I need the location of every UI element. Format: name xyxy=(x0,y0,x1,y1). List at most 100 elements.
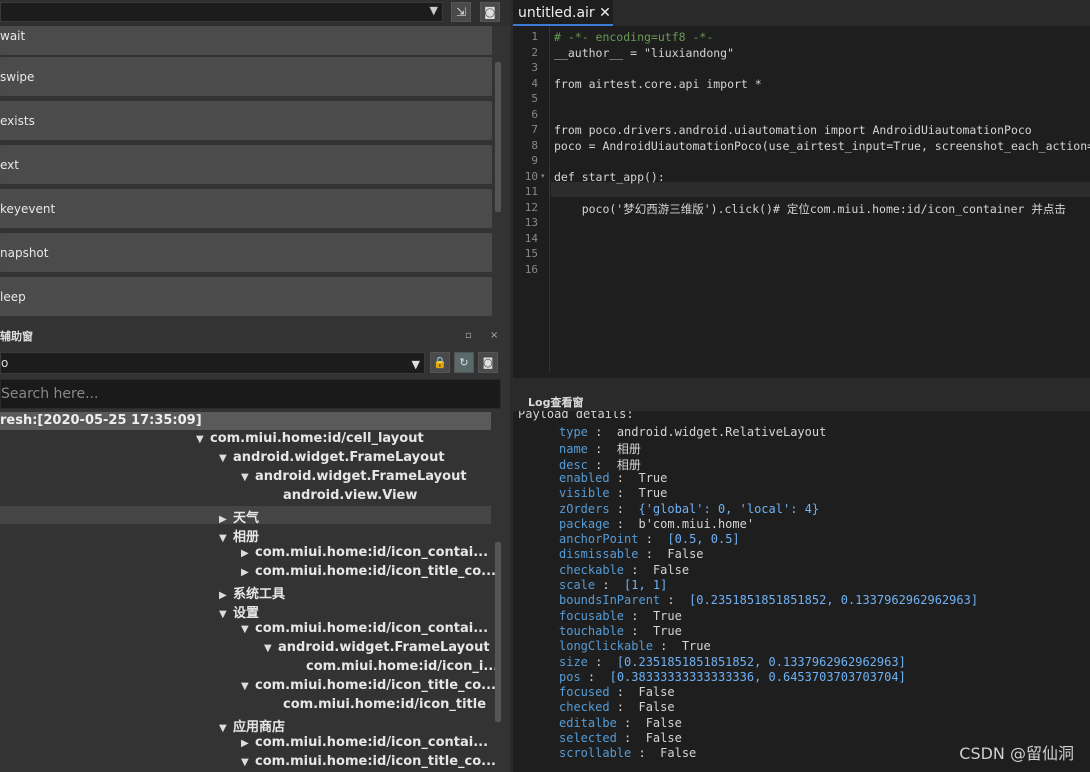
tree-node[interactable]: ▼ com.miui.home:id/icon_contai... xyxy=(241,621,488,636)
api-item-swipe[interactable]: swipe xyxy=(0,57,492,96)
tree-node[interactable]: ▶ com.miui.home:id/icon_contai... xyxy=(241,735,488,750)
close-icon[interactable]: ✕ xyxy=(599,5,611,21)
log-header: Payload details: xyxy=(518,411,634,421)
tree-node-label: 天气 xyxy=(233,511,260,526)
camera-icon[interactable]: ◙ xyxy=(478,352,498,373)
log-key: selected xyxy=(559,731,617,745)
tree-toggle-icon[interactable]: ▼ xyxy=(241,681,255,692)
log-property-row: package : b'com.miui.home' xyxy=(559,517,754,531)
current-line-highlight xyxy=(551,182,1090,197)
tree-toggle-icon[interactable]: ▼ xyxy=(219,723,233,734)
log-separator: : xyxy=(624,562,653,577)
tree-node[interactable]: ▶ com.miui.home:id/icon_title_co... xyxy=(241,564,496,579)
log-property-row: editalbe : False xyxy=(559,716,682,730)
tree-node-label: android.widget.FrameLayout xyxy=(278,640,490,655)
mode-select[interactable]: o ▼ xyxy=(0,352,425,374)
log-property-row: anchorPoint : [0.5, 0.5] xyxy=(559,532,740,546)
code-line: __author__ = "liuxiandong" xyxy=(554,45,735,60)
code-line: from airtest.core.api import * xyxy=(554,76,762,91)
tree-node[interactable]: ▼ com.miui.home:id/icon_title_co... xyxy=(241,678,496,693)
tree-node[interactable]: ▼ android.widget.FrameLayout xyxy=(219,450,445,465)
close-icon[interactable]: × xyxy=(490,330,498,341)
tree-node[interactable]: com.miui.home:id/icon_title xyxy=(269,697,486,712)
code-editor[interactable]: 1 2 3 4 5 6 7 8 9 10 11 12 13 14 15 16 ▾ # -*- encoding=… xyxy=(513,26,1090,372)
lock-icon[interactable]: 🔒 xyxy=(430,352,450,373)
tree-node-selected[interactable]: ▶ 天气 xyxy=(219,507,259,526)
tree-node[interactable]: ▼ android.widget.FrameLayout xyxy=(264,640,490,655)
right-panel: untitled.air ✕ 1 2 3 4 5 6 7 8 9 10 11 12 13 14 15 16 ▾ … xyxy=(513,0,1090,772)
log-key: longClickable xyxy=(559,639,653,654)
log-panel[interactable]: Payload details: type : android.widget.R… xyxy=(513,411,1090,772)
log-value: True xyxy=(652,623,682,638)
api-item-sleep[interactable]: leep xyxy=(0,277,492,316)
code-line: from poco.drivers.android.uiautomation i… xyxy=(554,123,1032,137)
tree-node[interactable]: ▼ 相册 xyxy=(219,526,259,545)
api-item-wait[interactable]: wait xyxy=(0,26,492,55)
tree-toggle-icon[interactable]: ▼ xyxy=(219,533,233,544)
tree-node[interactable]: android.view.View xyxy=(269,488,417,503)
tree-toggle-icon[interactable]: ▶ xyxy=(219,590,233,601)
tree-node[interactable]: ▼ 设置 xyxy=(219,602,259,621)
log-value: False xyxy=(638,685,675,700)
api-item-keyevent[interactable]: keyevent xyxy=(0,189,492,228)
api-item-label: exists xyxy=(0,114,35,128)
tree-toggle-icon[interactable]: ▶ xyxy=(241,567,255,578)
tree-node[interactable]: ▶ 系统工具 xyxy=(219,583,285,602)
log-property-row: enabled : True xyxy=(559,471,667,485)
log-property-row: dismissable : False xyxy=(559,547,704,561)
log-property-row: size : [0.2351851851851852, 0.1337962962… xyxy=(559,655,906,669)
log-key: boundsInParent xyxy=(559,593,661,608)
log-value: False xyxy=(638,700,675,715)
log-property-row: zOrders : {'global': 0, 'local': 4} xyxy=(559,502,819,516)
log-key: enabled xyxy=(559,470,610,485)
tree-toggle-icon[interactable]: ▼ xyxy=(219,609,233,620)
camera-icon[interactable]: ◙ xyxy=(480,2,500,22)
line-number: 6 xyxy=(531,107,538,121)
log-key: dismissable xyxy=(559,547,639,562)
tree-node-label: android.view.View xyxy=(283,488,418,503)
log-window-header xyxy=(513,378,1090,411)
tree-node[interactable]: ▼ com.miui.home:id/icon_title_co... xyxy=(241,754,496,769)
log-separator: : xyxy=(638,547,668,562)
tree-scrollbar[interactable] xyxy=(495,542,501,722)
log-key: scale xyxy=(559,578,596,592)
tree-toggle-icon[interactable]: ▶ xyxy=(241,738,255,749)
api-list: wait swipe exists ext keyevent napshot l… xyxy=(0,26,494,316)
log-value: [0.5, 0.5] xyxy=(667,532,740,547)
connect-icon[interactable]: ⇲ xyxy=(451,2,471,22)
tree-node[interactable]: com.miui.home:id/icon_i... xyxy=(292,659,498,674)
tree-toggle-icon[interactable]: ▶ xyxy=(219,514,233,525)
line-number: 1 xyxy=(531,30,538,43)
tree-node-label: com.miui.home:id/icon_i... xyxy=(306,659,499,674)
tab-untitled[interactable]: untitled.air ✕ xyxy=(513,0,613,26)
editor-tabbar: untitled.air ✕ xyxy=(513,0,1090,26)
tree-node[interactable]: ▼ android.widget.FrameLayout xyxy=(241,469,467,484)
api-item-snapshot[interactable]: napshot xyxy=(0,233,492,272)
tree-toggle-icon[interactable]: ▼ xyxy=(196,434,210,445)
line-number: 3 xyxy=(531,61,538,74)
tree-node[interactable]: ▶ com.miui.home:id/icon_contai... xyxy=(241,545,488,560)
api-item-exists[interactable]: exists xyxy=(0,101,492,140)
tree-node[interactable]: ▼ 应用商店 xyxy=(219,716,285,735)
tree-node-label: android.widget.FrameLayout xyxy=(255,469,467,484)
device-select[interactable]: ▼ xyxy=(0,2,443,22)
log-separator: : xyxy=(595,578,625,592)
chevron-down-icon: ▼ xyxy=(411,358,420,371)
tree-toggle-icon[interactable]: ▶ xyxy=(241,548,255,559)
restore-icon[interactable]: ▫ xyxy=(465,330,472,341)
tree-toggle-icon[interactable]: ▼ xyxy=(264,643,278,654)
tree-toggle-icon[interactable]: ▼ xyxy=(241,472,255,483)
refresh-icon[interactable]: ↻ xyxy=(454,352,474,373)
api-item-label: swipe xyxy=(0,70,35,84)
api-item-label: keyevent xyxy=(0,202,56,216)
log-separator: : xyxy=(587,457,617,472)
log-separator: : xyxy=(580,669,610,684)
tree-toggle-icon[interactable]: ▼ xyxy=(241,757,255,768)
tree-toggle-icon[interactable]: ▼ xyxy=(219,453,233,464)
api-list-scrollbar[interactable] xyxy=(495,62,501,212)
tree-node-label: com.miui.home:id/icon_title xyxy=(283,697,487,712)
search-input[interactable]: Search here... xyxy=(0,379,501,409)
tree-node[interactable]: ▼ com.miui.home:id/cell_layout xyxy=(196,431,424,446)
api-item-text[interactable]: ext xyxy=(0,145,492,184)
tree-toggle-icon[interactable]: ▼ xyxy=(241,624,255,635)
